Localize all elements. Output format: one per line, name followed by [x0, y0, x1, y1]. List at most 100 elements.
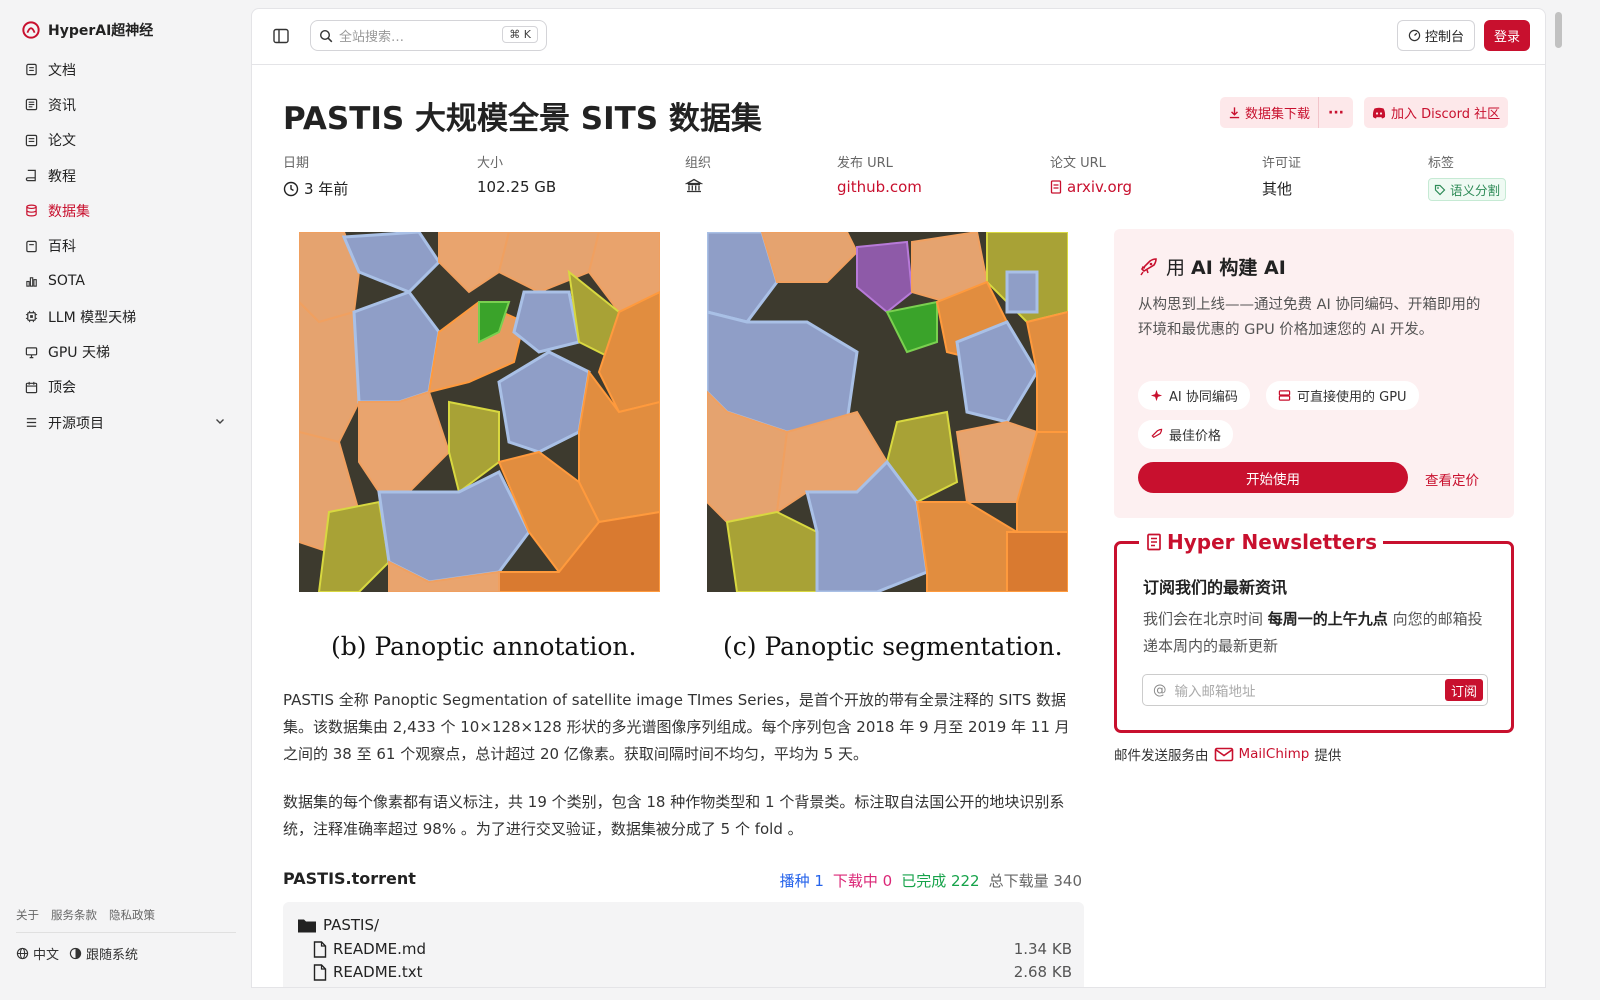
- file-row[interactable]: README.md 1.34 KB: [313, 940, 1072, 958]
- sidebar-footer-links: 关于 服务条款 隐私政策: [16, 907, 155, 923]
- mailchimp-link[interactable]: MailChimp: [1239, 746, 1310, 762]
- wiki-icon: [24, 239, 38, 253]
- brand[interactable]: HyperAI超神经: [22, 20, 153, 40]
- folder-row[interactable]: PASTIS/: [297, 916, 1072, 934]
- sidebar-item-datasets[interactable]: 数据集: [16, 193, 236, 228]
- file-icon: [1050, 180, 1062, 194]
- torrent-file-tree: PASTIS/ README.md 1.34 KB README.txt 2.6…: [283, 902, 1084, 987]
- subscribe-button[interactable]: 订阅: [1444, 679, 1483, 701]
- privacy-link[interactable]: 隐私政策: [109, 907, 155, 923]
- torrent-filename: PASTIS.torrent: [283, 869, 416, 888]
- tag-semantic-segmentation[interactable]: 语义分割: [1428, 178, 1507, 201]
- sidebar-item-wiki[interactable]: 百科: [16, 228, 236, 263]
- newsletter-text: 我们会在北京时间 每周一的上午九点 向您的邮箱投递本周内的最新更新: [1143, 606, 1488, 660]
- theme-label: 跟随系统: [86, 948, 139, 963]
- meta-label: 日期: [283, 156, 310, 171]
- download-button-group: 数据集下载 ···: [1220, 97, 1353, 128]
- newsletter-heading: 订阅我们的最新资讯: [1143, 578, 1288, 597]
- file-name: README.md: [333, 940, 427, 958]
- terms-link[interactable]: 服务条款: [51, 907, 97, 923]
- meta-organization: 组织: [685, 152, 711, 194]
- dataset-download-button[interactable]: 数据集下载: [1220, 97, 1318, 128]
- promo-title-prefix: 用: [1166, 257, 1192, 279]
- page-title: PASTIS 大规模全景 SITS 数据集: [283, 101, 762, 137]
- monitor-icon: [24, 345, 38, 359]
- search-input[interactable]: 全站搜索… ⌘ K: [310, 20, 547, 51]
- globe-icon: [16, 947, 29, 960]
- sidebar-item-label: LLM 模型天梯: [48, 309, 137, 326]
- file-size: 2.68 KB: [1013, 963, 1072, 981]
- newsletter-text-bold: 每周一的上午九点: [1267, 610, 1388, 628]
- promo-title: 用 AI 构建 AI: [1138, 253, 1286, 280]
- chevron-down-icon[interactable]: [214, 415, 226, 431]
- file-name: README.txt: [333, 963, 423, 981]
- download-label: 数据集下载: [1245, 107, 1311, 122]
- sidebar-toggle-icon[interactable]: [272, 27, 290, 49]
- newspaper-icon: [1147, 533, 1161, 551]
- sidebar-item-label: 开源项目: [48, 415, 104, 432]
- meta-label: 许可证: [1262, 156, 1302, 171]
- sidebar-item-gpu-ladder[interactable]: GPU 天梯: [16, 334, 236, 369]
- sidebar-item-open-source[interactable]: 开源项目: [16, 405, 236, 440]
- server-icon: [1278, 390, 1291, 401]
- meta-label: 组织: [685, 156, 712, 171]
- sidebar-item-tutorials[interactable]: 教程: [16, 158, 236, 193]
- sidebar-item-news[interactable]: 资讯: [16, 87, 236, 122]
- meta-paper-url: 论文 URL arxiv.org: [1050, 152, 1132, 196]
- list-icon: [24, 416, 38, 430]
- sidebar-item-llm-ladder[interactable]: LLM 模型天梯: [16, 299, 236, 334]
- main-content: 全站搜索… ⌘ K 控制台 登录 PASTIS 大规模全景 SITS 数据集 数…: [251, 8, 1546, 988]
- file-size: 1.34 KB: [1013, 940, 1072, 958]
- mail-credit: 邮件发送服务由 MailChimp 提供: [1114, 744, 1341, 764]
- hyperai-logo-icon: [22, 21, 40, 39]
- theme-switcher[interactable]: 跟随系统: [69, 944, 138, 963]
- sidebar-item-conferences[interactable]: 顶会: [16, 370, 236, 405]
- paper-url-text: arxiv.org: [1067, 178, 1133, 196]
- promo-title-bold: AI 构建 AI: [1191, 257, 1286, 279]
- view-pricing-link[interactable]: 查看定价: [1425, 469, 1479, 489]
- page-scrollbar[interactable]: [1555, 12, 1562, 48]
- meta-value: 语义分割: [1428, 178, 1507, 201]
- discord-button[interactable]: 加入 Discord 社区: [1364, 97, 1509, 128]
- pill-label: 最佳价格: [1169, 429, 1222, 444]
- caption-panoptic-annotation: (b) Panoptic annotation.: [331, 632, 637, 661]
- clock-icon: [283, 181, 299, 196]
- release-url-link[interactable]: github.com: [837, 178, 922, 196]
- credit-text: 邮件发送服务由: [1114, 748, 1209, 764]
- paper-url-link[interactable]: arxiv.org: [1050, 178, 1132, 196]
- meta-tags: 标签 语义分割: [1428, 152, 1507, 201]
- brand-name: HyperAI超神经: [48, 23, 154, 39]
- feature-pill: 可直接使用的 GPU: [1266, 381, 1419, 410]
- console-button[interactable]: 控制台: [1397, 20, 1476, 51]
- description-paragraph: PASTIS 全称 Panoptic Segmentation of satel…: [283, 691, 1070, 763]
- login-button[interactable]: 登录: [1484, 20, 1531, 51]
- newsletter-box: Hyper Newsletters 订阅我们的最新资讯 我们会在北京时间 每周一…: [1114, 530, 1514, 733]
- more-options-button[interactable]: ···: [1318, 97, 1353, 128]
- file-row[interactable]: README.txt 2.68 KB: [313, 963, 1072, 981]
- book-icon: [24, 169, 38, 183]
- email-field[interactable]: @ 输入邮箱地址 订阅: [1142, 674, 1488, 706]
- language-switcher[interactable]: 中文: [16, 944, 59, 963]
- institution-icon: [685, 178, 703, 193]
- file-icon: [313, 963, 327, 981]
- newsletter-title-text: Hyper Newsletters: [1167, 530, 1378, 554]
- tag-label: 语义分割: [1450, 183, 1501, 198]
- sidebar-item-docs[interactable]: 文档: [16, 52, 236, 87]
- about-link[interactable]: 关于: [16, 907, 39, 923]
- start-button[interactable]: 开始使用: [1138, 462, 1408, 493]
- at-icon: @: [1153, 682, 1167, 698]
- discord-icon: [1372, 107, 1386, 118]
- divider: [16, 932, 236, 933]
- seeding-count: 播种 1: [779, 872, 824, 890]
- folder-icon: [298, 919, 316, 932]
- file-icon: [313, 940, 327, 958]
- dataset-figure: (b) Panoptic annotation. (c) Panoptic se…: [283, 217, 1084, 667]
- panoptic-segmentation-image: [707, 232, 1068, 592]
- newsletter-title: Hyper Newsletters: [1139, 530, 1384, 554]
- sidebar-item-papers[interactable]: 论文: [16, 123, 236, 158]
- sidebar-item-sota[interactable]: SOTA: [16, 264, 236, 299]
- sidebar-item-label: SOTA: [48, 273, 85, 290]
- sidebar-nav: 文档 资讯 论文 教程 数据集 百科 SOTA LLM 模型天梯 GPU 天梯 …: [16, 52, 236, 440]
- sidebar-settings: 中文 跟随系统: [16, 944, 138, 963]
- promo-card: 用 AI 构建 AI 从构思到上线——通过免费 AI 协同编码、开箱即用的环境和…: [1114, 229, 1514, 518]
